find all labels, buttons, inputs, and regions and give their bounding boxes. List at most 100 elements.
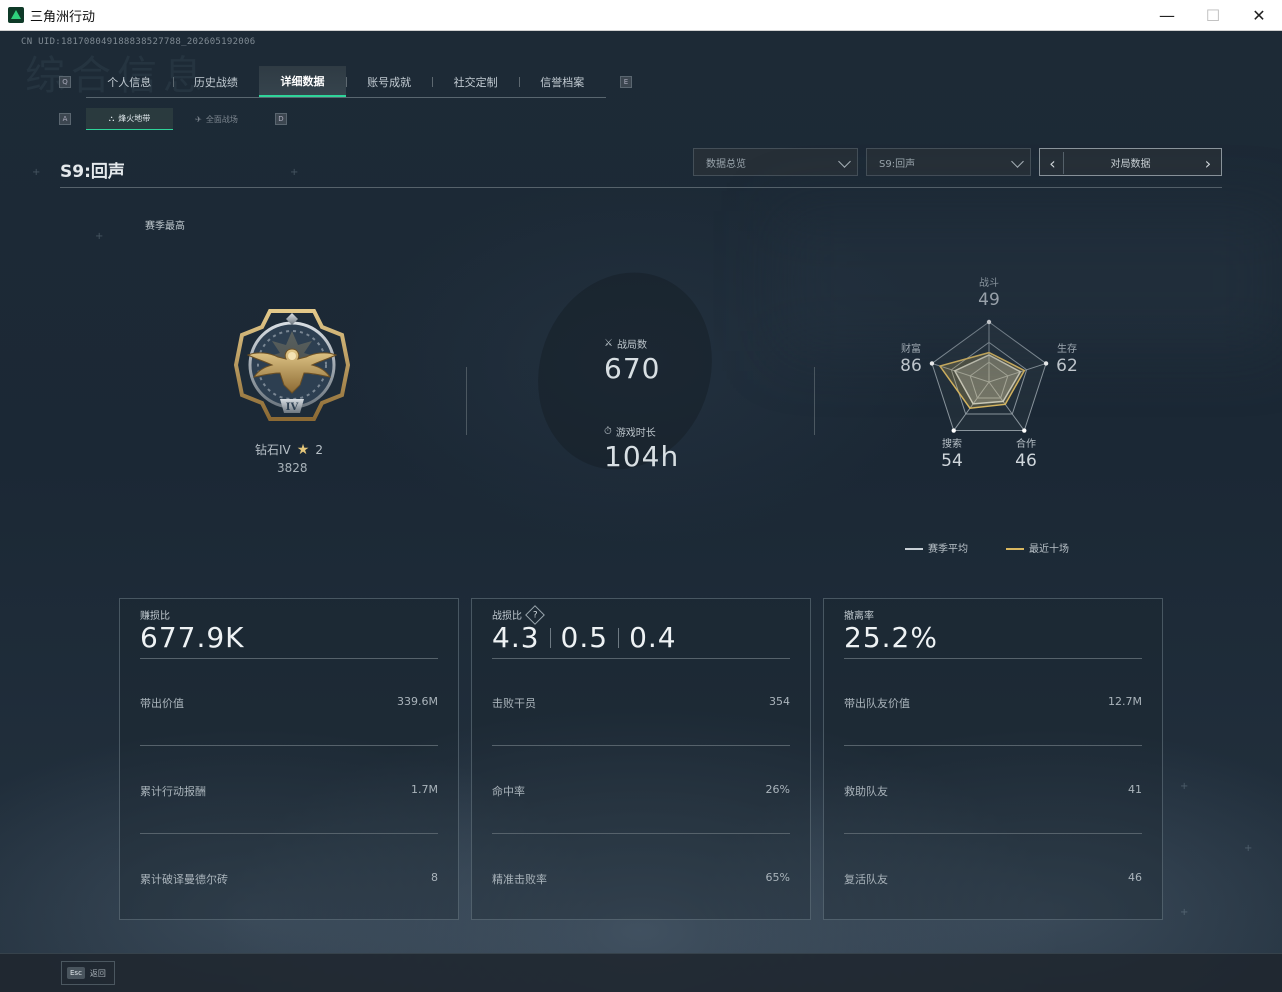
- stopwatch-icon: ⏱: [604, 426, 612, 437]
- value-separator: [618, 627, 620, 648]
- tab-social[interactable]: 社交定制: [432, 66, 519, 97]
- overview-dropdown[interactable]: 数据总览: [693, 148, 858, 176]
- chevron-down-icon: [838, 155, 851, 168]
- chevron-right-icon[interactable]: ›: [1197, 152, 1219, 174]
- radar-axis-name: 合作: [1016, 439, 1036, 450]
- vertical-divider: [466, 367, 467, 435]
- radar-label-search: 搜索 54: [927, 435, 977, 471]
- radar-axis-name: 战斗: [979, 278, 999, 289]
- subtab-prev-key-hint[interactable]: A: [59, 113, 71, 125]
- kd-value-primary: 4.3: [492, 621, 540, 654]
- ability-radar-chart: 战斗 49 生存 62 合作 46 搜索 54 财富 86: [880, 269, 1100, 479]
- stat-row-value: 12.7M: [1108, 695, 1142, 708]
- subtab-operations-label: 烽火地带: [118, 114, 151, 123]
- stat-row: 击败干员 354: [492, 695, 790, 711]
- decor-plus: +: [1180, 907, 1189, 918]
- rank-info: 钻石IV ★ 2: [255, 441, 323, 458]
- main-tabbar: 个人信息 历史战绩 详细数据 账号成就 社交定制 信誉档案: [86, 66, 606, 98]
- rank-points: 3828: [277, 461, 308, 475]
- stat-row: 带出价值 339.6M: [140, 695, 438, 711]
- overview-dropdown-value: 数据总览: [706, 158, 746, 170]
- season-dropdown[interactable]: S9:回声: [866, 148, 1031, 176]
- subtab-next-key-hint[interactable]: D: [275, 113, 287, 125]
- legend-season-avg: 赛季平均: [905, 540, 968, 555]
- panel-value: 25.2%: [844, 621, 938, 654]
- stat-row-label: 击败干员: [492, 697, 536, 710]
- tab-reputation[interactable]: 信誉档案: [518, 66, 606, 97]
- radar-label-cooperation: 合作 46: [1001, 435, 1051, 471]
- playtime-label: 游戏时长: [615, 428, 656, 439]
- subtab-operations[interactable]: ⛬ 烽火地带: [86, 108, 173, 130]
- stat-row-label: 累计行动报酬: [140, 785, 206, 798]
- panel-value: 677.9K: [140, 621, 245, 654]
- decor-plus: +: [1244, 843, 1253, 854]
- back-button[interactable]: Esc 返回: [61, 961, 115, 985]
- panel-label-row: 战损比 ?: [492, 604, 545, 625]
- rank-tier-numeral: IV: [286, 402, 299, 413]
- stat-row-label: 精准击败率: [492, 873, 547, 886]
- radar-axis-name: 财富: [901, 344, 921, 355]
- star-icon: ★: [296, 441, 310, 458]
- radar-label-combat: 战斗 49: [964, 274, 1014, 310]
- radar-axis-value: 86: [900, 356, 922, 376]
- stat-row: 带出队友价值 12.7M: [844, 695, 1142, 711]
- panel-divider: [844, 833, 1142, 834]
- maximize-button[interactable]: ☐: [1190, 0, 1236, 30]
- radar-axis-value: 62: [1056, 356, 1078, 376]
- stat-row: 复活队友 46: [844, 871, 1142, 887]
- kd-values: 4.3 0.5 0.4: [492, 621, 677, 654]
- subtab-warfare[interactable]: ✈ 全面战场: [173, 108, 260, 130]
- stat-row-value: 1.7M: [411, 783, 438, 796]
- back-label: 返回: [89, 968, 106, 978]
- tab-detailed-data[interactable]: 详细数据: [259, 66, 346, 97]
- season-title: S9:回声: [60, 162, 125, 182]
- tab-prev-key-hint[interactable]: Q: [59, 76, 71, 88]
- stat-row-label: 带出价值: [140, 697, 184, 710]
- panel-divider: [492, 833, 790, 834]
- stat-row: 精准击败率 65%: [492, 871, 790, 887]
- season-dropdown-value: S9:回声: [879, 158, 916, 170]
- radar-vertex-dot: [986, 319, 992, 325]
- kd-value-secondary: 0.5: [560, 621, 609, 654]
- subtab-warfare-label: 全面战场: [205, 114, 238, 124]
- close-button[interactable]: ✕: [1236, 0, 1282, 30]
- stat-row-label: 救助队友: [844, 785, 888, 798]
- stat-row-label: 复活队友: [844, 873, 888, 886]
- radar-vertex-dot: [951, 428, 956, 433]
- section-divider: [60, 187, 1222, 188]
- decor-plus: +: [1180, 781, 1189, 792]
- stat-row-label: 累计破译曼德尔砖: [140, 873, 228, 886]
- legend-recent: 最近十场: [1006, 540, 1069, 555]
- panel-divider: [492, 658, 790, 659]
- extraction-panel: 撤离率 25.2% 带出队友价值 12.7M 救助队友 41 复活队友 46: [823, 598, 1163, 920]
- radar-vertex-dot: [1022, 428, 1027, 433]
- tab-match-history[interactable]: 历史战绩: [172, 66, 260, 97]
- matches-label: 战局数: [616, 340, 647, 351]
- season-best-label: 赛季最高: [145, 221, 185, 232]
- chevron-left-icon[interactable]: ‹: [1042, 152, 1064, 174]
- radar-axis-value: 46: [1015, 451, 1037, 471]
- mode-subtabs: ⛬ 烽火地带 ✈ 全面战场: [86, 108, 260, 130]
- panel-divider: [140, 658, 438, 659]
- decor-plus: +: [32, 167, 41, 178]
- stat-row-label: 命中率: [492, 785, 525, 798]
- tab-next-key-hint[interactable]: E: [620, 76, 632, 88]
- stat-row-value: 46: [1128, 871, 1142, 884]
- tab-personal-info[interactable]: 个人信息: [86, 66, 173, 97]
- radar-label-survival: 生存 62: [1042, 340, 1092, 376]
- kd-value-tertiary: 0.4: [629, 621, 677, 654]
- tab-achievements[interactable]: 账号成就: [345, 66, 433, 97]
- playtime-stat: ⏱ 游戏时长 104h: [604, 424, 679, 473]
- stat-row-value: 26%: [765, 783, 790, 796]
- radar-label-wealth: 财富 86: [886, 340, 936, 376]
- stat-row: 救助队友 41: [844, 783, 1142, 799]
- radar-axis-name: 生存: [1057, 344, 1077, 355]
- minimize-button[interactable]: —: [1144, 0, 1190, 30]
- window-titlebar: 三角洲行动 — ☐ ✕: [0, 0, 1282, 31]
- app-logo-icon: [8, 7, 24, 23]
- warfare-mode-icon: ✈: [195, 114, 202, 124]
- kd-panel: 战损比 ? 4.3 0.5 0.4 击败干员 354 命中率 26% 精准击败率…: [471, 598, 811, 920]
- user-uid: CN UID:181708049188838527788_20260519200…: [21, 37, 256, 47]
- panel-label: 战损比: [492, 611, 522, 622]
- match-data-label[interactable]: 对局数据: [1111, 155, 1151, 170]
